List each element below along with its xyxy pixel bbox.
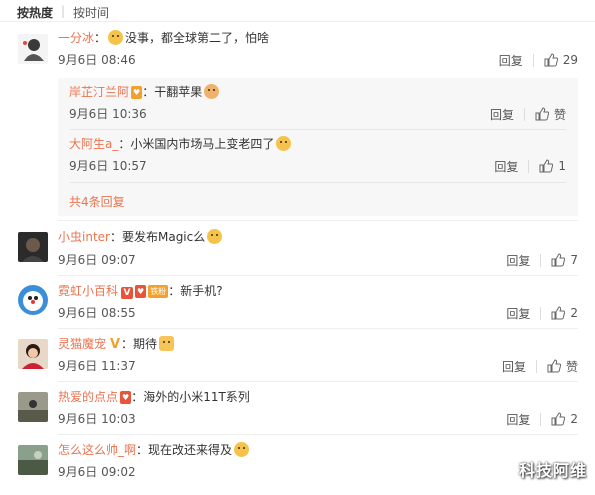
- comment-text: 要发布Magic么: [121, 230, 206, 244]
- comment-username[interactable]: 热爱的点点: [58, 390, 118, 404]
- avatar[interactable]: [18, 232, 48, 262]
- reply-username[interactable]: 大阿生a_: [69, 137, 118, 151]
- reply-button[interactable]: 回复: [506, 411, 530, 428]
- like-button[interactable]: 2: [551, 412, 578, 426]
- divider: [58, 220, 578, 221]
- emoji-icon: [207, 229, 223, 244]
- like-count: 赞: [553, 107, 566, 122]
- like-button[interactable]: 赞: [535, 106, 566, 123]
- thumbs-up-icon: [539, 159, 554, 173]
- divider: [58, 381, 578, 382]
- comment-time: 9月6日 10:03: [58, 412, 136, 426]
- like-count: 赞: [565, 359, 578, 374]
- comment-text: 海外的小米11T系列: [143, 390, 250, 404]
- fan-badge-icon: ♥: [131, 86, 143, 99]
- fan-badge-icon: ♥: [135, 285, 147, 298]
- comment-username[interactable]: 怎么这么帅_啊: [58, 443, 136, 457]
- like-count: 29: [562, 53, 578, 67]
- emoji-icon: [276, 136, 292, 151]
- divider: [58, 328, 578, 329]
- thumbs-up-icon: [551, 306, 566, 320]
- cheers-emoji-icon: [159, 336, 175, 351]
- reply-thread: 岸芷汀兰阿 ♥ ：干翻苹果 9月6日 10:36 回复 赞 大阿生a_：小米国内市场…: [58, 78, 578, 216]
- divider: [532, 53, 534, 67]
- comment-text: 新手机?: [180, 284, 223, 298]
- reply-time: 9月6日 10:57: [69, 159, 147, 173]
- watermark: 科技阿维: [518, 461, 587, 480]
- avatar[interactable]: [18, 445, 48, 475]
- avatar[interactable]: [18, 285, 48, 315]
- more-replies-link[interactable]: 共4条回复: [69, 193, 125, 210]
- like-button[interactable]: 7: [551, 253, 578, 267]
- verified-v-icon: V: [109, 337, 121, 352]
- reply-button[interactable]: 回复: [506, 305, 530, 322]
- sort-by-hot-tab[interactable]: 按热度: [17, 4, 53, 21]
- comment-time: 9月6日 08:46: [58, 53, 136, 67]
- reply-text: 小米国内市场马上变老四了: [130, 137, 275, 151]
- like-button[interactable]: 2: [551, 306, 578, 320]
- divider: [69, 129, 566, 130]
- verified-v-icon: V: [121, 287, 134, 299]
- like-count: 2: [570, 412, 578, 426]
- comment-time: 9月6日 08:55: [58, 306, 136, 320]
- cat-emoji-icon: [204, 84, 220, 99]
- like-button[interactable]: 1: [539, 159, 566, 173]
- reply-button[interactable]: 回复: [502, 358, 526, 375]
- divider: [540, 306, 542, 320]
- sort-bar: 按热度 | 按时间: [0, 0, 595, 22]
- reply-button[interactable]: 回复: [490, 106, 514, 123]
- sort-by-time-tab[interactable]: 按时间: [73, 4, 109, 21]
- thumbs-up-icon: [544, 53, 558, 67]
- divider: [535, 359, 537, 373]
- comment-time: 9月6日 11:37: [58, 359, 136, 373]
- like-count: 2: [570, 306, 578, 320]
- comment-text: 现在改还来得及: [148, 443, 233, 457]
- like-count: 7: [570, 253, 578, 267]
- comment-username[interactable]: 霓虹小百科: [58, 284, 118, 298]
- thumbs-up-icon: [551, 412, 566, 426]
- comment-time: 9月6日 09:07: [58, 253, 136, 267]
- fan-badge-icon: ♥: [120, 391, 132, 404]
- thumbs-up-icon: [535, 107, 549, 121]
- reply-time: 9月6日 10:36: [69, 107, 147, 121]
- comment-username[interactable]: 小虫inter: [58, 230, 110, 244]
- comment-text: 没事，都全球第二了，怕啥: [125, 31, 270, 45]
- comment-username[interactable]: 灵猫魔宠: [58, 337, 106, 351]
- iron-fan-badge: 铁粉: [148, 285, 169, 298]
- reply-button[interactable]: 回复: [499, 52, 523, 69]
- reply-button[interactable]: 回复: [494, 158, 518, 175]
- emoji-icon: [108, 30, 124, 45]
- divider: [540, 253, 542, 267]
- reply-text: 干翻苹果: [154, 85, 203, 99]
- like-button[interactable]: 赞: [547, 358, 578, 375]
- comment-text: 期待: [133, 337, 158, 351]
- divider: [69, 182, 566, 183]
- avatar[interactable]: [18, 339, 48, 369]
- like-button[interactable]: 29: [544, 53, 578, 67]
- reply-username[interactable]: 岸芷汀兰阿: [69, 85, 129, 99]
- avatar[interactable]: [18, 34, 48, 64]
- reply-button[interactable]: 回复: [506, 252, 530, 269]
- sort-separator: |: [61, 4, 66, 18]
- thumbs-up-icon: [551, 253, 566, 267]
- comment-time: 9月6日 09:02: [58, 465, 136, 479]
- avatar[interactable]: [18, 392, 48, 422]
- divider: [528, 159, 530, 173]
- comment-username[interactable]: 一分冰: [58, 31, 94, 45]
- like-count: 1: [558, 159, 566, 173]
- divider: [523, 107, 525, 121]
- divider: [540, 412, 542, 426]
- thumbs-up-icon: [547, 359, 561, 373]
- divider: [58, 434, 578, 435]
- emoji-icon: [234, 442, 250, 457]
- divider: [58, 275, 578, 276]
